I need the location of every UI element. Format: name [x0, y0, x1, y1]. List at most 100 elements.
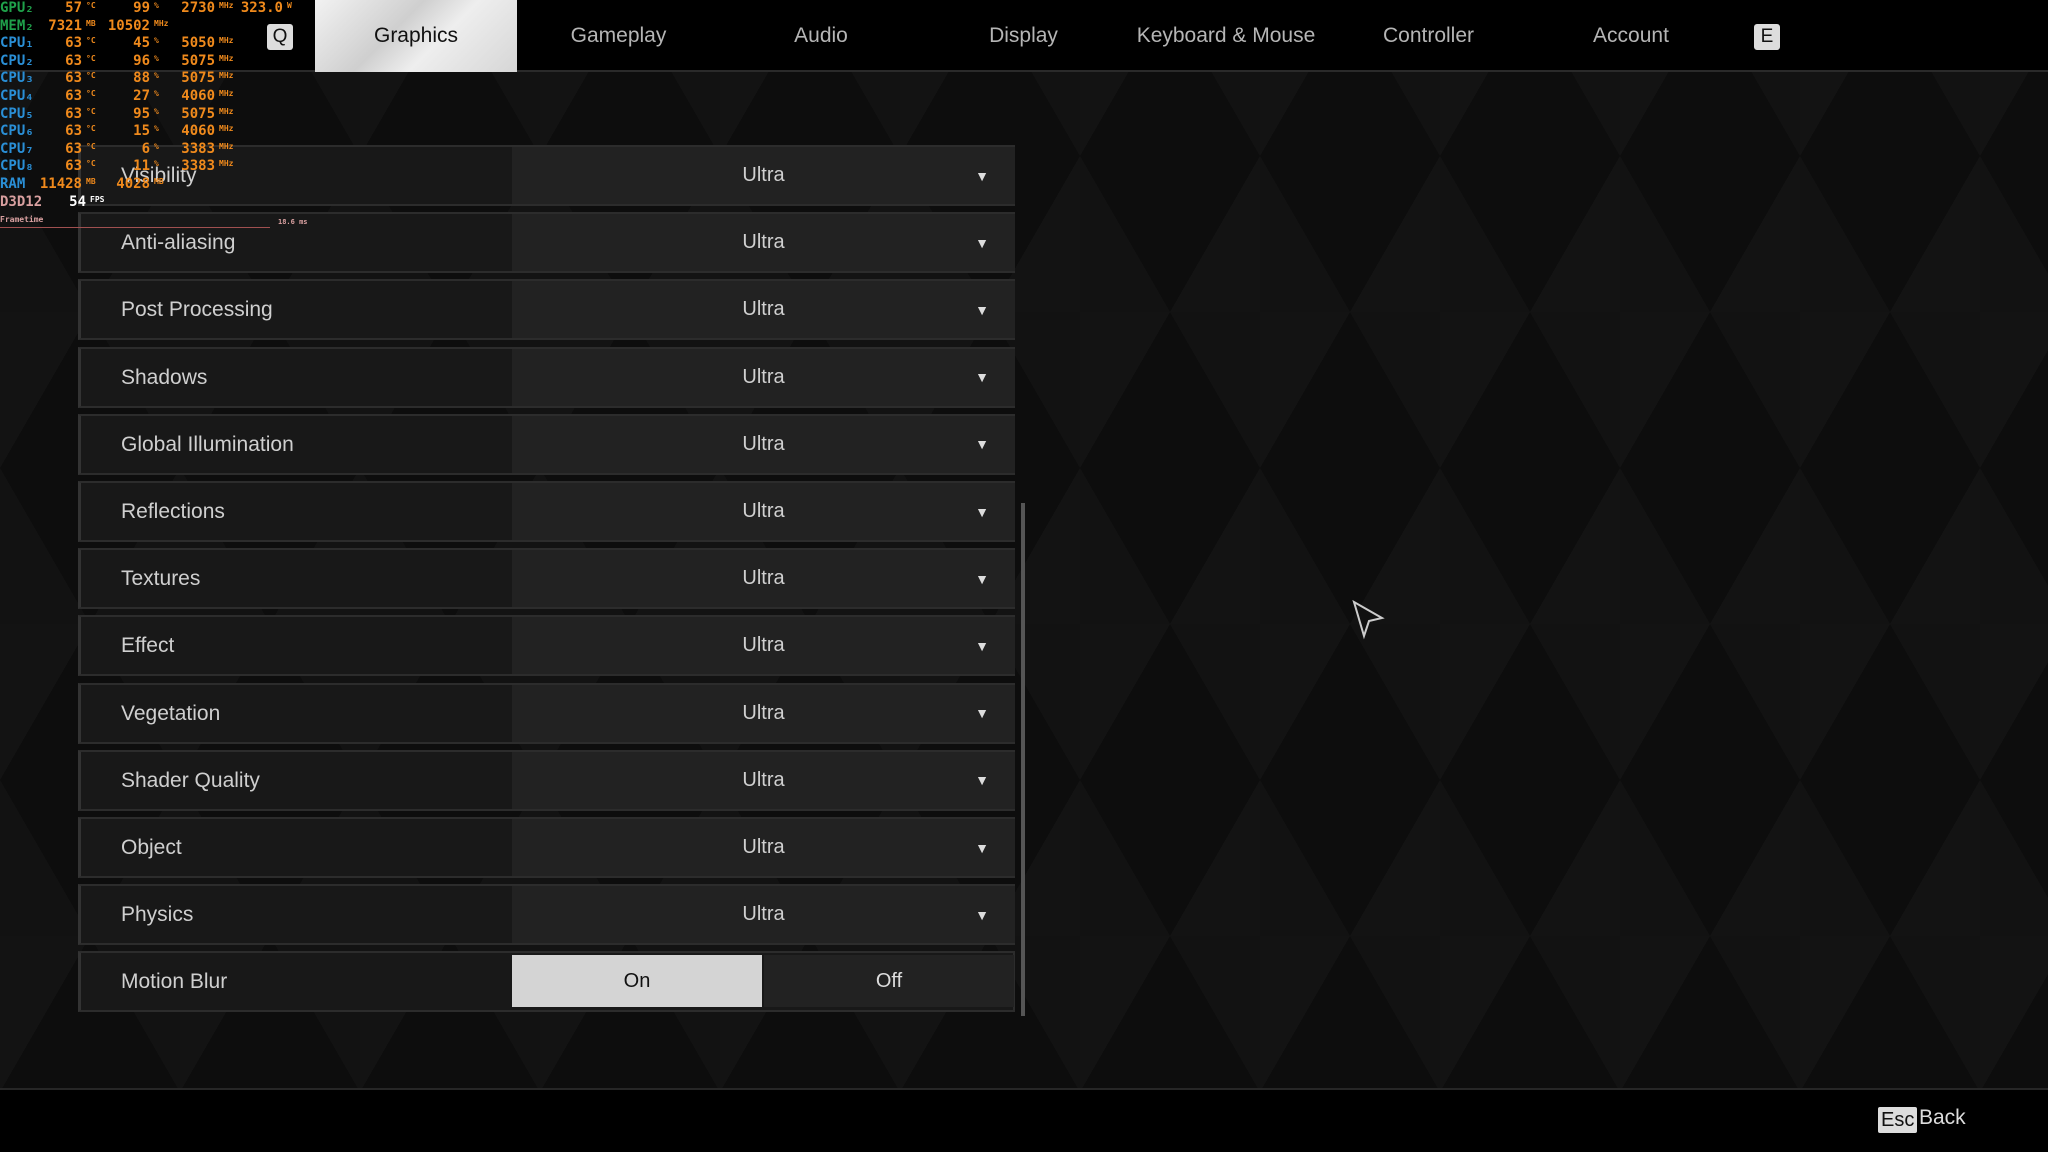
tab-account[interactable]: Account	[1530, 0, 1732, 72]
setting-label: Post Processing	[121, 298, 273, 322]
setting-dropdown[interactable]: Ultra ▼	[512, 617, 1015, 675]
overlay-value: 5075	[181, 70, 215, 87]
dropdown-arrow-icon: ▼	[975, 906, 989, 923]
setting-dropdown[interactable]: Ultra ▼	[512, 751, 1015, 809]
setting-row: Effect Ultra ▼	[78, 615, 1015, 677]
setting-row: Shadows Ultra ▼	[78, 346, 1015, 408]
overlay-label: CPU₇	[0, 140, 34, 157]
dropdown-value: Ultra	[742, 365, 785, 388]
overlay-unit: °C	[86, 141, 96, 151]
overlay-label: CPU₃	[0, 70, 34, 87]
overlay-label: GPU₂	[0, 0, 34, 16]
tab-gameplay[interactable]: Gameplay	[518, 0, 720, 72]
tab-audio[interactable]: Audio	[720, 0, 922, 72]
overlay-value: 11	[133, 158, 150, 175]
overlay-frametime-label: Frametime	[0, 214, 44, 224]
overlay-unit: MHz	[219, 124, 234, 134]
next-tab-key[interactable]: E	[1754, 24, 1780, 50]
overlay-value: 95	[133, 105, 150, 122]
footer-bar	[0, 1088, 2048, 1152]
overlay-unit: MB	[86, 18, 96, 28]
esc-key[interactable]: Esc	[1878, 1107, 1918, 1133]
overlay-row: MEM₂ 7321 MB 10502 MHz	[0, 18, 300, 36]
overlay-label: RAM	[0, 176, 26, 192]
overlay-unit: %	[154, 36, 159, 46]
dropdown-value: Ultra	[742, 903, 785, 926]
overlay-row: CPU₈ 63 °C 11% 3383 MHz	[0, 158, 300, 176]
overlay-unit: %	[154, 141, 159, 151]
setting-dropdown[interactable]: Ultra ▼	[512, 684, 1015, 742]
overlay-value: 4060	[181, 123, 215, 140]
overlay-value: 63	[65, 123, 82, 140]
setting-dropdown[interactable]: Ultra ▼	[512, 550, 1015, 608]
setting-row: Vegetation Ultra ▼	[78, 682, 1015, 744]
setting-dropdown[interactable]: Ultra ▼	[512, 819, 1015, 876]
overlay-unit: MHz	[219, 89, 234, 98]
overlay-value: 2730	[181, 0, 215, 16]
overlay-unit: MB	[154, 177, 164, 186]
overlay-value: 7321	[48, 17, 82, 34]
dropdown-arrow-icon: ▼	[975, 167, 989, 184]
overlay-value: 45	[133, 35, 150, 52]
scrollbar[interactable]	[1021, 503, 1025, 1016]
overlay-value: 11428	[39, 176, 82, 192]
overlay-value: 27	[133, 88, 150, 104]
overlay-value: 10502	[107, 17, 150, 34]
overlay-label: CPU₂	[0, 52, 34, 69]
overlay-unit: °C	[86, 106, 96, 116]
overlay-unit: °C	[86, 89, 96, 98]
dropdown-value: Ultra	[742, 567, 785, 590]
setting-dropdown[interactable]: Ultra ▼	[512, 281, 1015, 339]
setting-label: Shadows	[121, 365, 208, 389]
overlay-value: 63	[65, 105, 82, 122]
motion-blur-on-button[interactable]: On	[512, 955, 762, 1008]
dropdown-value: Ultra	[742, 298, 785, 321]
motion-blur-off-button[interactable]: Off	[764, 955, 1014, 1008]
overlay-value: 63	[65, 140, 82, 157]
overlay-value: 99	[133, 0, 150, 16]
overlay-value: 96	[133, 52, 150, 69]
overlay-unit: %	[154, 89, 159, 98]
overlay-fps-row: D3D12 54 FPS Frametime 18.6 ms	[0, 194, 308, 234]
overlay-value: 63	[65, 88, 82, 104]
setting-row-motion-blur: Motion Blur On Off	[78, 951, 1015, 1013]
tab-controller[interactable]: Controller	[1328, 0, 1530, 72]
setting-label: Effect	[121, 634, 175, 658]
overlay-unit: %	[154, 71, 159, 81]
setting-dropdown[interactable]: Ultra ▼	[512, 483, 1015, 540]
setting-dropdown[interactable]: Ultra ▼	[512, 348, 1015, 406]
overlay-value: 63	[65, 158, 82, 175]
tab-graphics[interactable]: Graphics	[315, 0, 517, 72]
overlay-value: 5075	[181, 52, 215, 69]
overlay-value: 4060	[181, 88, 215, 104]
overlay-label: CPU₈	[0, 158, 34, 175]
overlay-label: CPU₁	[0, 35, 34, 52]
tab-bar: Q E Graphics Gameplay Audio Display Keyboard…	[0, 0, 2048, 72]
overlay-unit: %	[154, 106, 159, 116]
setting-label: Reflections	[121, 500, 225, 523]
dropdown-arrow-icon: ▼	[975, 436, 989, 453]
dropdown-value: Ultra	[742, 634, 785, 657]
setting-dropdown[interactable]: Ultra ▼	[512, 886, 1015, 944]
overlay-unit: MHz	[219, 141, 234, 151]
tab-keyboard-mouse[interactable]: Keyboard & Mouse	[1125, 0, 1327, 72]
back-button[interactable]: Back	[1919, 1106, 1966, 1130]
setting-dropdown[interactable]: Ultra ▼	[512, 415, 1015, 473]
overlay-value: 3383	[181, 158, 215, 175]
overlay-label: CPU₄	[0, 88, 34, 104]
overlay-unit: °C	[86, 159, 96, 169]
overlay-label: CPU₆	[0, 123, 34, 140]
setting-dropdown[interactable]: Ultra ▼	[512, 214, 1015, 272]
setting-row: Global Illumination Ultra ▼	[78, 413, 1015, 475]
dropdown-value: Ultra	[742, 500, 785, 522]
overlay-unit: %	[154, 124, 159, 134]
overlay-row: CPU₅ 63 °C 95% 5075 MHz	[0, 106, 300, 124]
setting-label: Global Illumination	[121, 432, 294, 456]
dropdown-arrow-icon: ▼	[975, 369, 989, 386]
setting-row: Shader Quality Ultra ▼	[78, 749, 1015, 811]
tab-display[interactable]: Display	[923, 0, 1125, 72]
overlay-value: 63	[65, 52, 82, 69]
setting-row: Post Processing Ultra ▼	[78, 279, 1015, 341]
setting-dropdown[interactable]: Ultra ▼	[512, 147, 1015, 204]
overlay-unit: MHz	[219, 1, 234, 10]
